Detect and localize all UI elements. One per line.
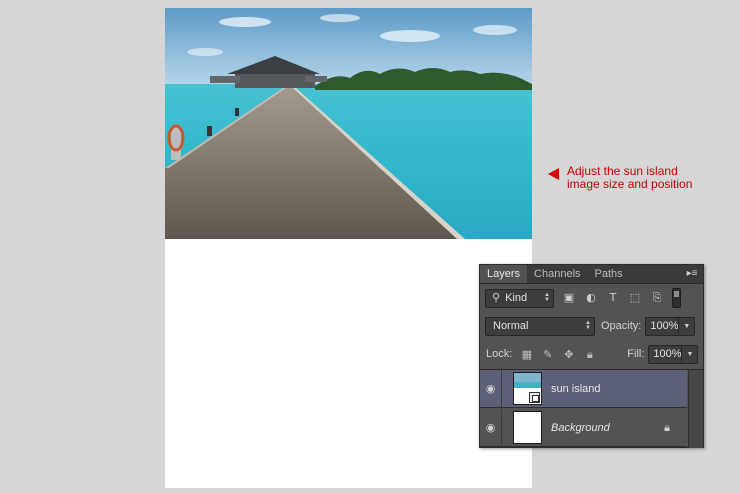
select-arrows-icon: ▲ ▼ — [585, 319, 591, 331]
kind-filter-label: Kind — [505, 291, 528, 304]
red-arrow-icon — [548, 168, 559, 180]
filter-row: ⚲ Kind ▲ ▼ ▣ ◐ T ⬚ ⎘ — [480, 287, 703, 309]
fill-value[interactable]: 100% — [649, 346, 681, 363]
opacity-label: Opacity: — [601, 320, 642, 332]
adjustment-filter-icon[interactable]: ◐ — [584, 291, 598, 305]
layer-row-sun-island[interactable]: ◉ sun island — [480, 369, 687, 408]
layer-thumbnail — [513, 411, 542, 444]
layer-name: Background — [551, 421, 610, 434]
tab-layers[interactable]: Layers — [480, 265, 528, 283]
tab-paths[interactable]: Paths — [588, 265, 630, 283]
filter-toggle-switch[interactable] — [672, 288, 681, 308]
lock-pixels-icon[interactable]: ✎ — [541, 348, 554, 361]
lock-row: Lock: ▦ ✎ ✥ 🔒︎ Fill: 100% ▼ — [480, 343, 703, 365]
annotation-callout: Adjust the sun island image size and pos… — [548, 165, 707, 191]
lock-label: Lock: — [486, 348, 513, 360]
annotation-line-2: image size and position — [567, 177, 693, 191]
fill-dropdown-icon[interactable]: ▼ — [681, 345, 697, 363]
tab-channels[interactable]: Channels — [527, 265, 587, 283]
fill-label: Fill: — [627, 348, 645, 360]
smart-object-badge-icon — [529, 392, 540, 403]
layers-list: ◉ sun island ◉ Background 🔒︎ — [480, 369, 703, 448]
opacity-dropdown-icon[interactable]: ▼ — [678, 317, 694, 335]
kind-filter-select[interactable]: ⚲ Kind ▲ ▼ — [485, 288, 554, 308]
layer-lock-icon: 🔒︎ — [664, 421, 670, 434]
search-icon: ⚲ — [492, 291, 501, 304]
layer-thumbnail — [513, 372, 542, 405]
panel-tab-bar: Layers Channels Paths ▸≡ — [480, 265, 703, 284]
panel-menu-icon[interactable]: ▸≡ — [685, 269, 699, 279]
select-arrows-icon: ▲ ▼ — [544, 291, 550, 303]
blend-row: Normal ▲ ▼ Opacity: 100% ▼ — [480, 315, 703, 337]
visibility-eye-icon[interactable]: ◉ — [480, 369, 502, 408]
blend-mode-value: Normal — [493, 319, 529, 332]
fill-field[interactable]: 100% ▼ — [648, 344, 699, 364]
opacity-field[interactable]: 100% ▼ — [645, 316, 696, 336]
lock-position-icon[interactable]: ✥ — [562, 348, 575, 361]
layer-name: sun island — [551, 382, 601, 395]
sun-island-photo[interactable] — [165, 8, 532, 239]
visibility-eye-icon[interactable]: ◉ — [480, 408, 502, 447]
blend-mode-select[interactable]: Normal ▲ ▼ — [485, 316, 595, 336]
type-filter-icon[interactable]: T — [606, 291, 620, 305]
smart-object-filter-icon[interactable]: ⎘ — [650, 291, 664, 305]
annotation-text: Adjust the sun island image size and pos… — [567, 165, 707, 191]
lock-transparent-icon[interactable]: ▦ — [520, 348, 533, 361]
pier-ocean-image — [165, 8, 532, 239]
layer-row-background[interactable]: ◉ Background 🔒︎ — [480, 408, 687, 447]
shape-filter-icon[interactable]: ⬚ — [628, 291, 642, 305]
document-canvas[interactable] — [165, 8, 532, 488]
opacity-value[interactable]: 100% — [646, 318, 678, 335]
pixel-filter-icon[interactable]: ▣ — [562, 291, 576, 305]
layers-scrollbar[interactable] — [688, 370, 703, 448]
lock-all-icon[interactable]: 🔒︎ — [583, 348, 596, 361]
layers-panel: Layers Channels Paths ▸≡ ⚲ Kind ▲ ▼ ▣ ◐ T… — [479, 264, 704, 448]
